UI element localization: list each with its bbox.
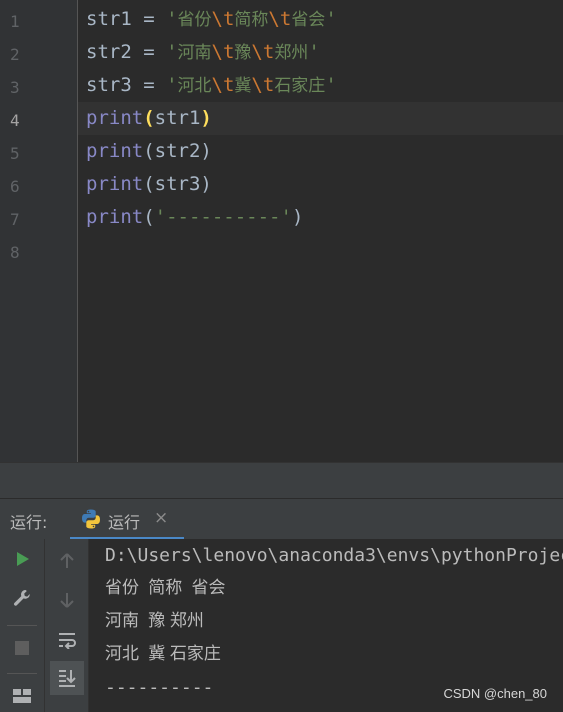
string-quote: ' <box>325 74 337 96</box>
up-arrow-icon <box>60 553 74 568</box>
restore-layout-button[interactable] <box>7 681 37 711</box>
rerun-button[interactable] <box>7 544 37 574</box>
down-arrow-icon <box>60 593 74 608</box>
code-line-print-str2[interactable]: print(str2) <box>86 135 212 168</box>
paren-close: ) <box>291 206 304 228</box>
code-identifier: str3 = <box>86 74 167 96</box>
string-text: 冀 <box>234 76 252 96</box>
soft-wrap-button[interactable] <box>52 625 82 655</box>
console-text: 省份 简称 省会 <box>105 578 226 598</box>
run-window-title: 运行: <box>10 513 48 532</box>
line-number: 7 <box>10 210 20 229</box>
paren-close-highlighted: ) <box>200 107 212 129</box>
toolbar-separator <box>7 673 37 674</box>
python-icon <box>82 509 100 529</box>
string-quote: ' <box>166 8 178 30</box>
builtin-print: print <box>86 140 144 162</box>
escape-sequence: \t <box>211 41 235 63</box>
next-occurrence-button[interactable] <box>52 585 82 615</box>
print-button[interactable] <box>52 699 82 712</box>
code-line-print-str1[interactable]: print(str1) <box>86 102 212 135</box>
string-text: 郑州 <box>274 43 309 63</box>
paren-close: ) <box>200 140 212 162</box>
soft-wrap-icon <box>59 633 76 649</box>
string-text: 省份 <box>177 10 212 30</box>
wrench-icon <box>14 590 30 606</box>
escape-sequence: \t <box>268 8 292 30</box>
code-line-print-dashes[interactable]: print('----------') <box>86 201 303 234</box>
code-argument: str1 <box>154 107 201 129</box>
run-tab-label: 运行 <box>108 513 141 532</box>
line-number-gutter[interactable]: 1 2 3 4 5 6 7 8 <box>0 0 78 462</box>
code-identifier: str2 = <box>86 41 167 63</box>
line-number: 1 <box>10 12 20 31</box>
run-tool-window-header: 运行: 运行 × <box>0 498 563 540</box>
close-icon[interactable]: × <box>154 508 168 528</box>
console-line-output: ---------- <box>105 677 214 698</box>
run-toolbar-primary <box>0 539 45 712</box>
code-argument: str3 <box>154 173 201 195</box>
previous-occurrence-button[interactable] <box>52 546 82 576</box>
edit-configuration-button[interactable] <box>7 583 37 613</box>
string-quote: ' <box>166 74 178 96</box>
run-config-tab[interactable]: 运行 × <box>70 499 184 540</box>
string-quote: ' <box>325 8 337 30</box>
print-icon <box>58 707 76 712</box>
paren-open-highlighted: ( <box>143 107 155 129</box>
paren-open: ( <box>143 173 155 195</box>
run-toolbar-secondary <box>45 539 89 712</box>
string-text: 石家庄 <box>274 76 326 96</box>
string-text: 简称 <box>234 10 269 30</box>
console-line-command: D:\Users\lenovo\anaconda3\envs\pythonPro… <box>105 545 563 566</box>
console-line-output: 河北 冀 石家庄 <box>105 638 221 671</box>
escape-sequence: \t <box>251 74 275 96</box>
console-text: 河南 豫 郑州 <box>105 611 204 631</box>
code-line-str2[interactable]: str2 = '河南\t豫\t郑州' <box>86 36 320 69</box>
string-text: 省会 <box>291 10 326 30</box>
run-icon <box>17 552 29 566</box>
escape-sequence: \t <box>211 74 235 96</box>
code-editor[interactable]: 1 2 3 4 5 6 7 8 str1 = '省份\t简称\t省会' str2… <box>0 0 563 462</box>
string-text: 河南 <box>177 43 212 63</box>
scroll-to-end-icon <box>59 670 76 687</box>
code-line-str1[interactable]: str1 = '省份\t简称\t省会' <box>86 3 337 36</box>
line-number-active: 4 <box>10 111 20 130</box>
watermark: CSDN @chen_80 <box>443 686 547 701</box>
string-text: 河北 <box>177 76 212 96</box>
layout-icon <box>13 689 31 703</box>
string-quote: ' <box>308 41 320 63</box>
editor-bottom-divider[interactable] <box>0 462 563 498</box>
escape-sequence: \t <box>251 41 275 63</box>
code-line-print-str3[interactable]: print(str3) <box>86 168 212 201</box>
escape-sequence: \t <box>211 8 235 30</box>
code-line-str3[interactable]: str3 = '河北\t冀\t石家庄' <box>86 69 337 102</box>
line-number: 2 <box>10 45 20 64</box>
stop-button[interactable] <box>7 633 37 663</box>
string-literal: '----------' <box>154 206 292 228</box>
current-line-highlight <box>0 102 563 135</box>
builtin-print: print <box>86 107 144 129</box>
paren-close: ) <box>200 173 212 195</box>
builtin-print: print <box>86 206 144 228</box>
toolbar-separator <box>7 625 37 626</box>
line-number: 5 <box>10 144 20 163</box>
scroll-to-end-button[interactable] <box>50 661 84 695</box>
string-quote: ' <box>166 41 178 63</box>
paren-open: ( <box>143 140 155 162</box>
code-argument: str2 <box>154 140 201 162</box>
line-number: 6 <box>10 177 20 196</box>
console-line-output: 省份 简称 省会 <box>105 572 225 605</box>
code-identifier: str1 = <box>86 8 167 30</box>
stop-icon <box>15 641 29 655</box>
console-text: 河北 冀 石家庄 <box>105 644 221 664</box>
string-text: 豫 <box>234 43 252 63</box>
console-line-output: 河南 豫 郑州 <box>105 605 204 638</box>
line-number: 8 <box>10 243 20 262</box>
builtin-print: print <box>86 173 144 195</box>
paren-open: ( <box>143 206 155 228</box>
line-number: 3 <box>10 78 20 97</box>
